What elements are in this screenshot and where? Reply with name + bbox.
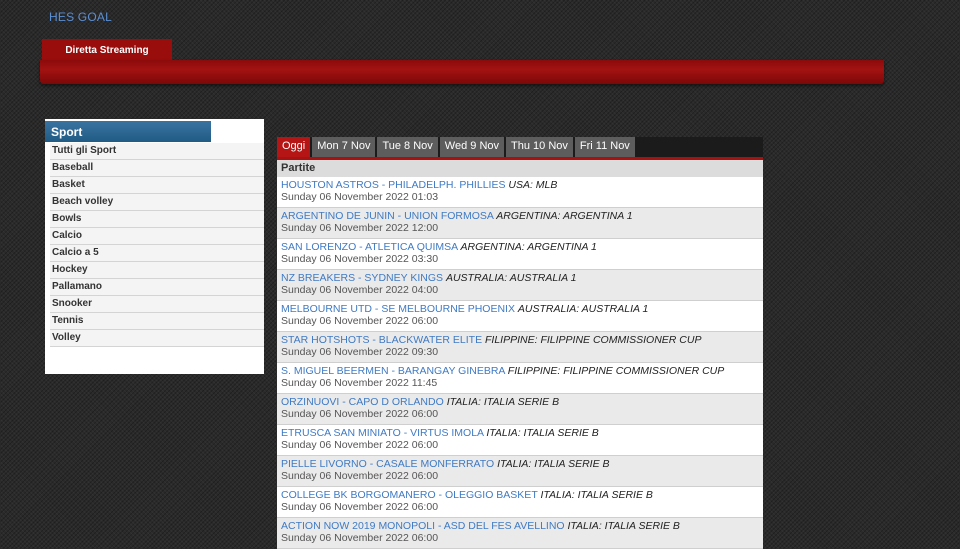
match-league: USA: MLB (508, 179, 558, 191)
match-league: ARGENTINA: ARGENTINA 1 (496, 210, 633, 222)
match-row: STAR HOTSHOTS - BLACKWATER ELITE FILIPPI… (277, 332, 763, 363)
match-date: Sunday 06 November 2022 06:00 (281, 532, 439, 544)
sidebar-item-pallamano[interactable]: Pallamano (50, 279, 264, 296)
match-league: AUSTRALIA: AUSTRALIA 1 (445, 272, 577, 284)
match-league: ARGENTINA: ARGENTINA 1 (460, 241, 597, 253)
match-date: Sunday 06 November 2022 12:00 (281, 222, 439, 234)
match-teams-link[interactable]: ARGENTINO DE JUNIN - UNION FORMOSA (281, 210, 493, 222)
match-teams-link[interactable]: PIELLE LIVORNO - CASALE MONFERRATO (281, 458, 494, 470)
match-date: Sunday 06 November 2022 03:30 (281, 253, 439, 265)
match-teams-link[interactable]: NZ BREAKERS - SYDNEY KINGS (281, 272, 443, 284)
tab-oggi[interactable]: Oggi (277, 137, 311, 157)
match-teams-link[interactable]: SAN LORENZO - ATLETICA QUIMSA (281, 241, 458, 253)
match-row: SAN LORENZO - ATLETICA QUIMSA ARGENTINA:… (277, 239, 763, 270)
sidebar-item-calcio[interactable]: Calcio (50, 228, 264, 245)
sidebar-item-basket[interactable]: Basket (50, 177, 264, 194)
tab-fri-11-nov[interactable]: Fri 11 Nov (574, 137, 635, 157)
match-date: Sunday 06 November 2022 06:00 (281, 501, 439, 513)
match-date: Sunday 06 November 2022 11:45 (281, 377, 438, 389)
sidebar-item-snooker[interactable]: Snooker (50, 296, 264, 313)
sidebar-item-tennis[interactable]: Tennis (50, 313, 264, 330)
match-teams-link[interactable]: ORZINUOVI - CAPO D ORLANDO (281, 396, 444, 408)
sidebar-item-beach-volley[interactable]: Beach volley (50, 194, 264, 211)
match-row: HOUSTON ASTROS - PHILADELPH. PHILLIES US… (277, 177, 763, 208)
day-tabs: Oggi Mon 7 Nov Tue 8 Nov Wed 9 Nov Thu 1… (277, 137, 763, 157)
sidebar-item-calcio-a-5[interactable]: Calcio a 5 (50, 245, 264, 262)
match-row: ETRUSCA SAN MINIATO - VIRTUS IMOLA ITALI… (277, 425, 763, 456)
match-league: ITALIA: ITALIA SERIE B (497, 458, 610, 470)
match-league: FILIPPINE: FILIPPINE COMMISSIONER CUP (507, 365, 725, 377)
match-date: Sunday 06 November 2022 06:00 (281, 408, 439, 420)
match-teams-link[interactable]: STAR HOTSHOTS - BLACKWATER ELITE (281, 334, 482, 346)
match-date: Sunday 06 November 2022 09:30 (281, 346, 439, 358)
match-row: ACTION NOW 2019 MONOPOLI - ASD DEL FES A… (277, 518, 763, 549)
match-league: ITALIA: ITALIA SERIE B (540, 489, 653, 501)
match-league: ITALIA: ITALIA SERIE B (486, 427, 599, 439)
sidebar-item-volley[interactable]: Volley (50, 330, 264, 347)
match-date: Sunday 06 November 2022 04:00 (281, 284, 439, 296)
sport-sidebar: Sport Tutti gli Sport Baseball Basket Be… (45, 119, 264, 374)
sidebar-item-hockey[interactable]: Hockey (50, 262, 264, 279)
match-teams-link[interactable]: COLLEGE BK BORGOMANERO - OLEGGIO BASKET (281, 489, 538, 501)
match-list: HOUSTON ASTROS - PHILADELPH. PHILLIES US… (277, 177, 763, 549)
match-teams-link[interactable]: ETRUSCA SAN MINIATO - VIRTUS IMOLA (281, 427, 483, 439)
match-row: PIELLE LIVORNO - CASALE MONFERRATO ITALI… (277, 456, 763, 487)
match-row: NZ BREAKERS - SYDNEY KINGS AUSTRALIA: AU… (277, 270, 763, 301)
match-teams-link[interactable]: MELBOURNE UTD - SE MELBOURNE PHOENIX (281, 303, 515, 315)
match-league: AUSTRALIA: AUSTRALIA 1 (517, 303, 649, 315)
match-row: MELBOURNE UTD - SE MELBOURNE PHOENIX AUS… (277, 301, 763, 332)
tab-thu-10-nov[interactable]: Thu 10 Nov (506, 137, 573, 157)
tab-wed-9-nov[interactable]: Wed 9 Nov (439, 137, 505, 157)
sport-list: Tutti gli Sport Baseball Basket Beach vo… (50, 143, 264, 347)
match-row: S. MIGUEL BEERMEN - BARANGAY GINEBRA FIL… (277, 363, 763, 394)
match-date: Sunday 06 November 2022 06:00 (281, 315, 439, 327)
match-teams-link[interactable]: HOUSTON ASTROS - PHILADELPH. PHILLIES (281, 179, 505, 191)
nav-bar (40, 60, 884, 84)
sidebar-item-baseball[interactable]: Baseball (50, 160, 264, 177)
match-league: ITALIA: ITALIA SERIE B (567, 520, 680, 532)
match-league: FILIPPINE: FILIPPINE COMMISSIONER CUP (485, 334, 702, 346)
sidebar-item-bowls[interactable]: Bowls (50, 211, 264, 228)
match-row: COLLEGE BK BORGOMANERO - OLEGGIO BASKET … (277, 487, 763, 518)
tab-diretta-streaming[interactable]: Diretta Streaming (42, 39, 172, 61)
match-teams-link[interactable]: ACTION NOW 2019 MONOPOLI - ASD DEL FES A… (281, 520, 565, 532)
brand-link[interactable]: HES GOAL (49, 10, 112, 24)
match-row: ARGENTINO DE JUNIN - UNION FORMOSA ARGEN… (277, 208, 763, 239)
match-row: ORZINUOVI - CAPO D ORLANDO ITALIA: ITALI… (277, 394, 763, 425)
matches-header: Partite (277, 160, 763, 177)
tab-mon-7-nov[interactable]: Mon 7 Nov (312, 137, 376, 157)
sidebar-item-tutti[interactable]: Tutti gli Sport (50, 143, 264, 160)
match-league: ITALIA: ITALIA SERIE B (446, 396, 560, 408)
match-date: Sunday 06 November 2022 06:00 (281, 439, 439, 451)
sidebar-title: Sport (45, 121, 211, 142)
match-date: Sunday 06 November 2022 01:03 (281, 191, 439, 203)
match-teams-link[interactable]: S. MIGUEL BEERMEN - BARANGAY GINEBRA (281, 365, 505, 377)
match-date: Sunday 06 November 2022 06:00 (281, 470, 439, 482)
tab-tue-8-nov[interactable]: Tue 8 Nov (377, 137, 438, 157)
